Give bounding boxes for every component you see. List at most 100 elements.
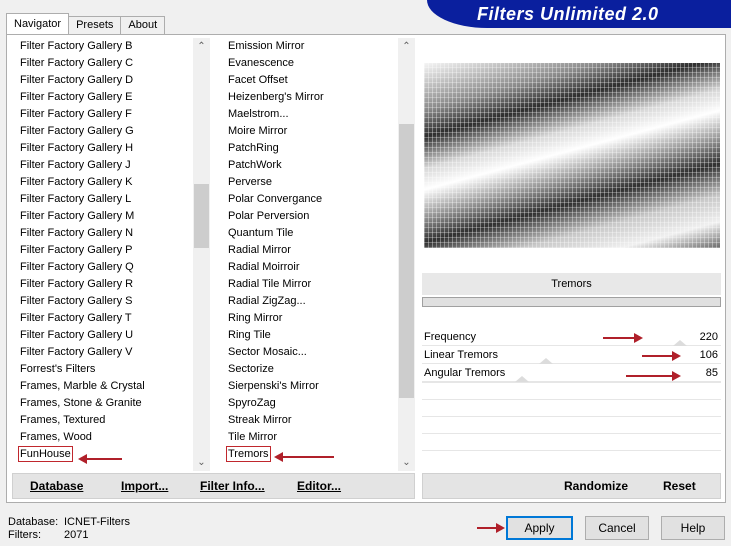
list-item-label: Ring Mirror — [228, 312, 283, 324]
list-item[interactable]: Evanescence — [220, 55, 414, 72]
list-item-label: Polar Perversion — [228, 210, 310, 222]
list-item-label: Frames, Stone & Granite — [20, 397, 142, 409]
list-item[interactable]: Filter Factory Gallery J — [12, 157, 210, 174]
list-item-label: Forrest's Filters — [20, 363, 96, 375]
parameter-value: 220 — [699, 331, 718, 343]
filter-info-button[interactable]: Filter Info... — [200, 479, 265, 493]
divider — [422, 450, 721, 451]
list-item-label: Filter Factory Gallery C — [20, 57, 134, 69]
list-item[interactable]: Filter Factory Gallery H — [12, 140, 210, 157]
list-item[interactable]: Moire Mirror — [220, 123, 414, 140]
database-label: Database: — [8, 516, 59, 528]
list-item[interactable]: Perverse — [220, 174, 414, 191]
list-item[interactable]: Filter Factory Gallery B — [12, 38, 210, 55]
reset-button[interactable]: Reset — [663, 479, 696, 493]
list-item[interactable]: Filter Factory Gallery N — [12, 225, 210, 242]
list-item[interactable]: PatchRing — [220, 140, 414, 157]
list-item[interactable]: Emission Mirror — [220, 38, 414, 55]
list-item[interactable]: Forrest's Filters — [12, 361, 210, 378]
list-item[interactable]: Ring Mirror — [220, 310, 414, 327]
list-item-label: Frames, Marble & Crystal — [20, 380, 145, 392]
list-item[interactable]: Tile Mirror — [220, 429, 414, 446]
category-scrollbar[interactable]: ⌃ ⌄ — [193, 38, 210, 471]
list-item[interactable]: Radial Mirror — [220, 242, 414, 259]
list-item[interactable]: Radial ZigZag... — [220, 293, 414, 310]
list-item[interactable]: Filter Factory Gallery V — [12, 344, 210, 361]
list-item[interactable]: Facet Offset — [220, 72, 414, 89]
filter-preview-image — [424, 63, 720, 248]
scroll-up-icon[interactable]: ⌃ — [193, 38, 210, 55]
list-item[interactable]: Filter Factory Gallery G — [12, 123, 210, 140]
annotation-arrow — [642, 351, 681, 361]
list-item[interactable]: Tremors — [220, 446, 414, 463]
list-item[interactable]: Filter Factory Gallery C — [12, 55, 210, 72]
list-item[interactable]: Maelstrom... — [220, 106, 414, 123]
annotation-arrow — [626, 371, 681, 381]
list-item[interactable]: Sector Mosaic... — [220, 344, 414, 361]
list-item[interactable]: Filter Factory Gallery R — [12, 276, 210, 293]
list-item[interactable]: Sectorize — [220, 361, 414, 378]
list-item[interactable]: Filter Factory Gallery S — [12, 293, 210, 310]
scroll-thumb[interactable] — [399, 124, 414, 398]
filter-list[interactable]: Emission Mirror Evanescence Facet Offset He… — [220, 38, 414, 471]
slider-thumb[interactable] — [539, 358, 553, 364]
filter-scrollbar[interactable]: ⌃ ⌄ — [398, 38, 415, 471]
progress-bar — [422, 297, 721, 307]
randomize-button[interactable]: Randomize — [564, 479, 628, 493]
list-item[interactable]: Frames, Marble & Crystal — [12, 378, 210, 395]
list-item-label: Filter Factory Gallery T — [20, 312, 132, 324]
tab-presets[interactable]: Presets — [68, 16, 122, 35]
list-item-label: Polar Convergance — [228, 193, 323, 205]
scroll-down-icon[interactable]: ⌄ — [193, 454, 210, 471]
list-item[interactable]: Radial Moirroir — [220, 259, 414, 276]
help-button[interactable]: Help — [661, 516, 725, 540]
tab-about[interactable]: About — [120, 16, 166, 35]
list-item[interactable]: Filter Factory Gallery K — [12, 174, 210, 191]
list-item[interactable]: Streak Mirror — [220, 412, 414, 429]
list-item[interactable]: Filter Factory Gallery E — [12, 89, 210, 106]
list-item[interactable]: Polar Convergance — [220, 191, 414, 208]
list-item[interactable]: Filter Factory Gallery P — [12, 242, 210, 259]
list-item-label: Filter Factory Gallery V — [20, 346, 133, 358]
parameter-label: Linear Tremors — [424, 349, 498, 361]
list-item[interactable]: Frames, Textured — [12, 412, 210, 429]
import-button[interactable]: Import... — [121, 479, 168, 493]
editor-button[interactable]: Editor... — [297, 479, 341, 493]
parameter-slider[interactable]: Frequency 220 — [422, 329, 721, 346]
scroll-thumb[interactable] — [194, 184, 209, 248]
list-item[interactable]: Filter Factory Gallery D — [12, 72, 210, 89]
list-item[interactable]: Filter Factory Gallery U — [12, 327, 210, 344]
list-item[interactable]: Ring Tile — [220, 327, 414, 344]
slider-track — [422, 363, 721, 364]
annotation-arrow — [477, 523, 505, 533]
list-item-label: Ring Tile — [228, 329, 271, 341]
scroll-up-icon[interactable]: ⌃ — [398, 38, 415, 55]
list-item-label: Filter Factory Gallery L — [20, 193, 132, 205]
list-item-label: Filter Factory Gallery G — [20, 125, 134, 137]
tab-navigator[interactable]: Navigator — [6, 13, 70, 35]
list-item[interactable]: Frames, Stone & Granite — [12, 395, 210, 412]
apply-button[interactable]: Apply — [506, 516, 573, 540]
list-item[interactable]: Quantum Tile — [220, 225, 414, 242]
scroll-down-icon[interactable]: ⌄ — [398, 454, 415, 471]
list-item[interactable]: Filter Factory Gallery M — [12, 208, 210, 225]
list-item[interactable]: Heizenberg's Mirror — [220, 89, 414, 106]
list-item[interactable]: PatchWork — [220, 157, 414, 174]
list-item[interactable]: Radial Tile Mirror — [220, 276, 414, 293]
list-item[interactable]: FunHouse — [12, 446, 210, 463]
list-item[interactable]: SpyroZag — [220, 395, 414, 412]
slider-thumb[interactable] — [673, 340, 687, 346]
list-item[interactable]: Filter Factory Gallery F — [12, 106, 210, 123]
list-item-label: Filter Factory Gallery K — [20, 176, 133, 188]
list-item[interactable]: Filter Factory Gallery Q — [12, 259, 210, 276]
parameter-label: Frequency — [424, 331, 476, 343]
database-button[interactable]: Database — [30, 479, 83, 493]
list-item-label: Heizenberg's Mirror — [228, 91, 324, 103]
cancel-button[interactable]: Cancel — [585, 516, 649, 540]
list-item[interactable]: Polar Perversion — [220, 208, 414, 225]
category-list[interactable]: Filter Factory Gallery B Filter Factory G… — [12, 38, 210, 471]
list-item[interactable]: Sierpenski's Mirror — [220, 378, 414, 395]
list-item[interactable]: Filter Factory Gallery L — [12, 191, 210, 208]
list-item[interactable]: Filter Factory Gallery T — [12, 310, 210, 327]
list-item[interactable]: Frames, Wood — [12, 429, 210, 446]
